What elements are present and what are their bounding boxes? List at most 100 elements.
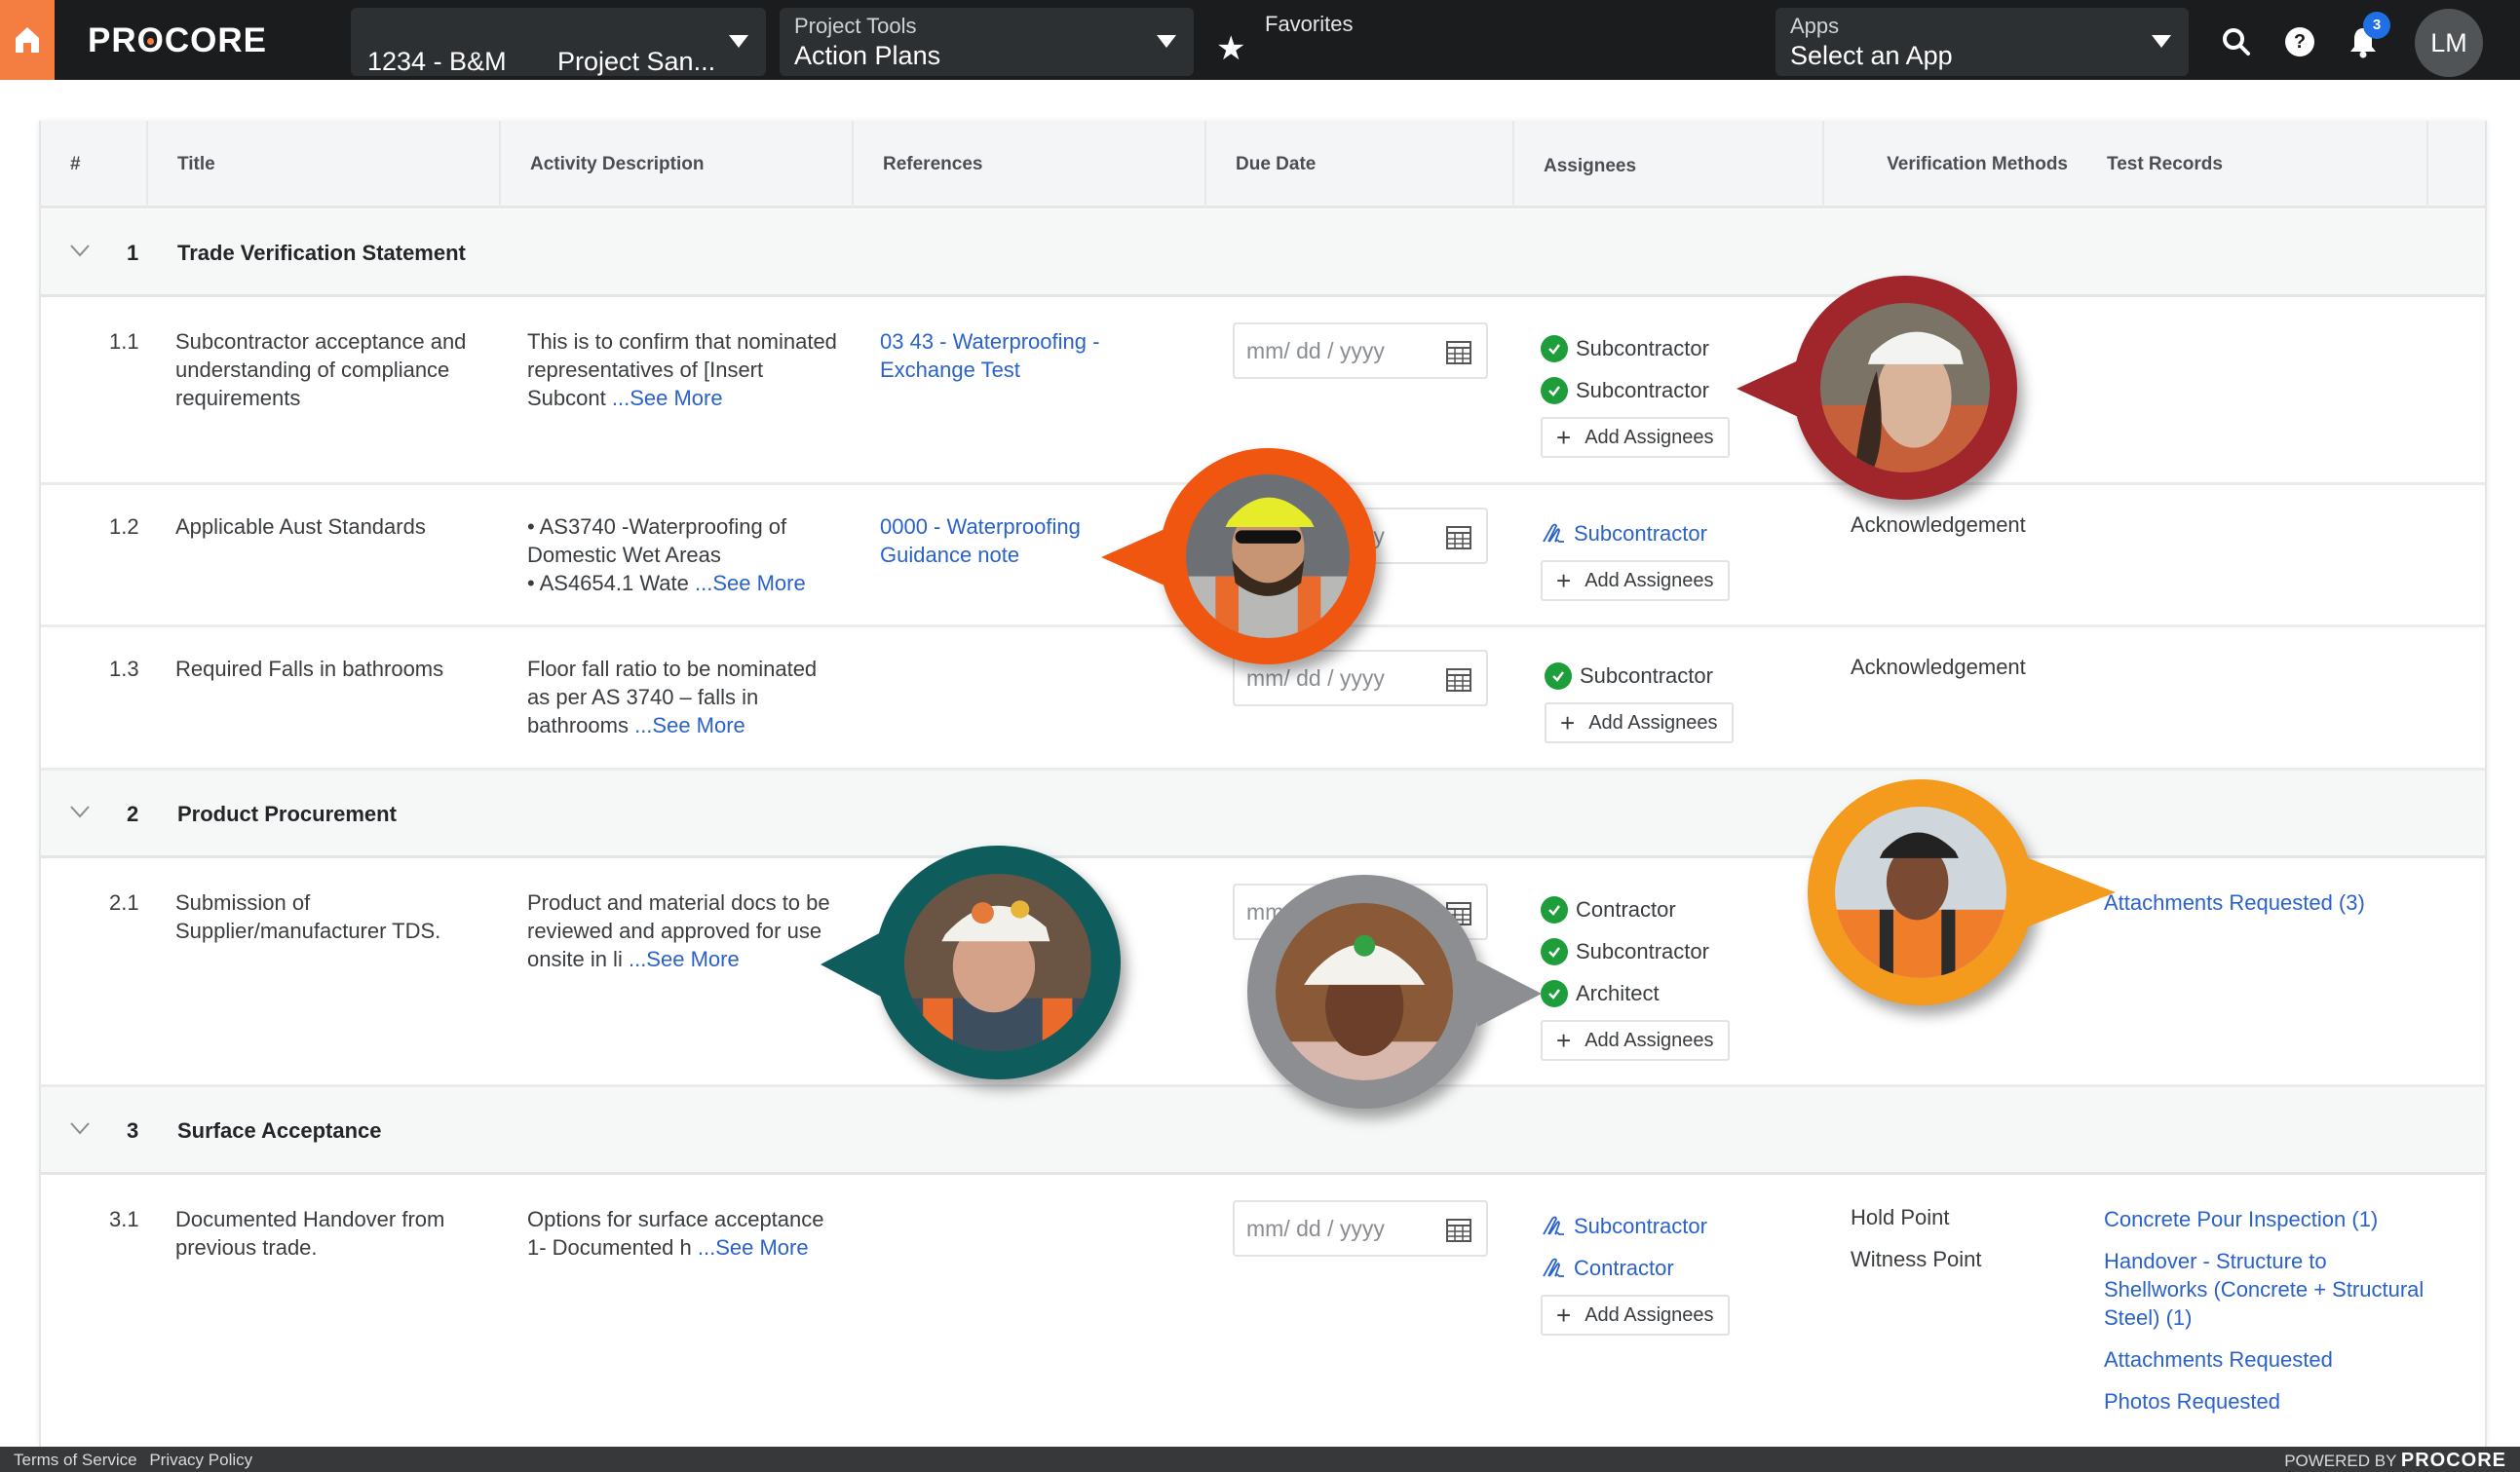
see-more-link[interactable]: ...See More [612,386,723,410]
due-date-input[interactable]: mm/ dd / yyyy [1233,322,1488,379]
procore-logo[interactable]: PROCORE [88,21,292,60]
assignee-item[interactable]: Architect [1541,972,1833,1014]
test-records: Concrete Pour Inspection (1) Handover - … [2104,1205,2435,1429]
item-title: Subcontractor acceptance and understandi… [175,329,467,410]
assignees-list: Contractor Subcontractor Architect + Add … [1541,888,1833,1061]
column-header-due-date[interactable]: Due Date [1206,121,1514,208]
project-selector-dropdown[interactable]: 1234 - B&M Project San... [351,8,766,76]
verification-method: Acknowledgement [1851,655,2026,679]
help-icon: ? [2285,27,2314,57]
due-date-input[interactable]: mm/ dd / yyyy [1233,1200,1488,1257]
chevron-down-icon[interactable] [68,1116,92,1140]
signature-pen-icon [1543,1258,1564,1277]
footer: Terms of Service Privacy Policy POWERED … [0,1447,2520,1472]
plus-icon: + [1556,423,1572,452]
test-record-link[interactable]: Concrete Pour Inspection (1) [2104,1205,2435,1233]
see-more-link[interactable]: ...See More [634,713,745,737]
home-button[interactable] [0,0,55,80]
assignee-role: Subcontractor [1576,377,1709,402]
project-name: Project San... [557,47,716,76]
see-more-link[interactable]: ...See More [629,947,740,971]
item-number: 3.1 [109,1207,139,1231]
column-header-references[interactable]: References [854,121,1206,208]
item-title: Documented Handover from previous trade. [175,1207,445,1260]
test-record-link[interactable]: Attachments Requested (3) [2104,888,2435,917]
section-row[interactable]: 2 Product Procurement [41,771,2485,858]
column-header-verification-methods[interactable]: Verification Methods [1824,121,2078,208]
apps-dropdown[interactable]: Apps Select an App [1775,8,2189,76]
verification-method: Acknowledgement [1851,512,2026,537]
search-button[interactable] [2220,25,2253,58]
date-placeholder: mm/ dd / yyyy [1246,338,1385,363]
chevron-down-icon[interactable] [68,800,92,823]
column-header-assignees[interactable]: Assignees [1514,121,1824,208]
column-header-number[interactable]: # [41,121,148,208]
item-description: Floor fall ratio to be nominated as per … [527,655,839,739]
assignee-item[interactable]: Subcontractor [1541,1205,1833,1247]
test-record-link[interactable]: Photos Requested [2104,1387,2435,1415]
see-more-link[interactable]: ...See More [695,571,806,595]
favorites-star-icon[interactable]: ★ [1216,29,1245,68]
calendar-icon[interactable] [1445,1216,1472,1243]
privacy-policy-link[interactable]: Privacy Policy [149,1451,252,1469]
assignee-role: Contractor [1576,896,1676,922]
section-row[interactable]: 1 Trade Verification Statement [41,209,2485,297]
add-assignees-label: Add Assignees [1585,426,1714,448]
chevron-down-icon[interactable] [68,239,92,262]
test-record-link[interactable]: Attachments Requested [2104,1345,2435,1374]
chevron-down-icon [1157,35,1176,48]
top-navigation-bar: PROCORE 1234 - B&M Project San... Projec… [0,0,2520,80]
item-title: Submission of Supplier/manufacturer TDS. [175,890,441,943]
section-number: 2 [127,802,139,826]
help-button[interactable]: ? [2283,25,2316,58]
add-assignees-button[interactable]: + Add Assignees [1545,702,1734,743]
add-assignees-label: Add Assignees [1585,1029,1714,1051]
section-row[interactable]: 3 Surface Acceptance [41,1087,2485,1175]
column-header-activity-description[interactable]: Activity Description [501,121,854,208]
verification-method: Hold Point [1851,1205,1950,1229]
table-row: 3.1 Documented Handover from previous tr… [41,1178,2485,1447]
assignee-item[interactable]: Contractor [1541,1247,1833,1289]
notification-count-badge: 3 [2363,12,2390,39]
chevron-down-icon [2152,35,2171,48]
item-description: Options for surface acceptance 1- Docume… [527,1205,839,1262]
worker-photo-male-white-hardhat [904,873,1091,1052]
footer-links: Terms of Service Privacy Policy [14,1451,260,1470]
assignee-role: Subcontractor [1576,938,1709,963]
section-title: Product Procurement [177,802,397,826]
worker-photo-callout [821,846,1121,1079]
approved-check-icon [1541,376,1568,404]
see-more-link[interactable]: ...See More [698,1235,809,1260]
assignee-item[interactable]: Subcontractor [1541,930,1833,972]
assignee-role: Architect [1576,980,1660,1005]
section-number: 3 [127,1118,139,1143]
column-header-test-records[interactable]: Test Records [2078,121,2428,208]
verification-methods: Hold Point Witness Point [1851,1205,2084,1289]
calendar-icon[interactable] [1445,665,1472,693]
plus-icon: + [1556,566,1572,595]
calendar-icon[interactable] [1445,338,1472,365]
project-tools-dropdown[interactable]: Project Tools Action Plans [780,8,1194,76]
assignee-item[interactable]: Subcontractor [1541,512,1833,554]
procore-footer-logo[interactable]: PROCORE [2401,1450,2506,1471]
assignee-item[interactable]: Contractor [1541,888,1833,930]
calendar-icon[interactable] [1445,523,1472,550]
signature-pen-icon [1543,523,1564,543]
add-assignees-button[interactable]: + Add Assignees [1541,417,1730,458]
favorites-label[interactable]: Favorites [1265,12,1353,37]
test-record-link[interactable]: Handover - Structure to Shellworks (Conc… [2104,1247,2435,1332]
add-assignees-button[interactable]: + Add Assignees [1541,1020,1730,1061]
chevron-down-icon [729,35,748,48]
section-title: Trade Verification Statement [177,241,466,265]
plus-icon: + [1560,708,1576,737]
terms-of-service-link[interactable]: Terms of Service [14,1451,137,1469]
assignee-item[interactable]: Subcontractor [1545,655,1837,697]
column-header-title[interactable]: Title [148,121,501,208]
user-avatar[interactable]: LM [2415,9,2483,77]
assignees-list: Subcontractor + Add Assignees [1545,655,1837,743]
reference-link[interactable]: 03 43 - Waterproofing - Exchange Test [880,327,1172,384]
powered-by: POWERED BY PROCORE [2284,1450,2506,1472]
add-assignees-button[interactable]: + Add Assignees [1541,1295,1730,1336]
add-assignees-button[interactable]: + Add Assignees [1541,560,1730,601]
worker-photo-female-white-hardhat [1819,302,1991,473]
